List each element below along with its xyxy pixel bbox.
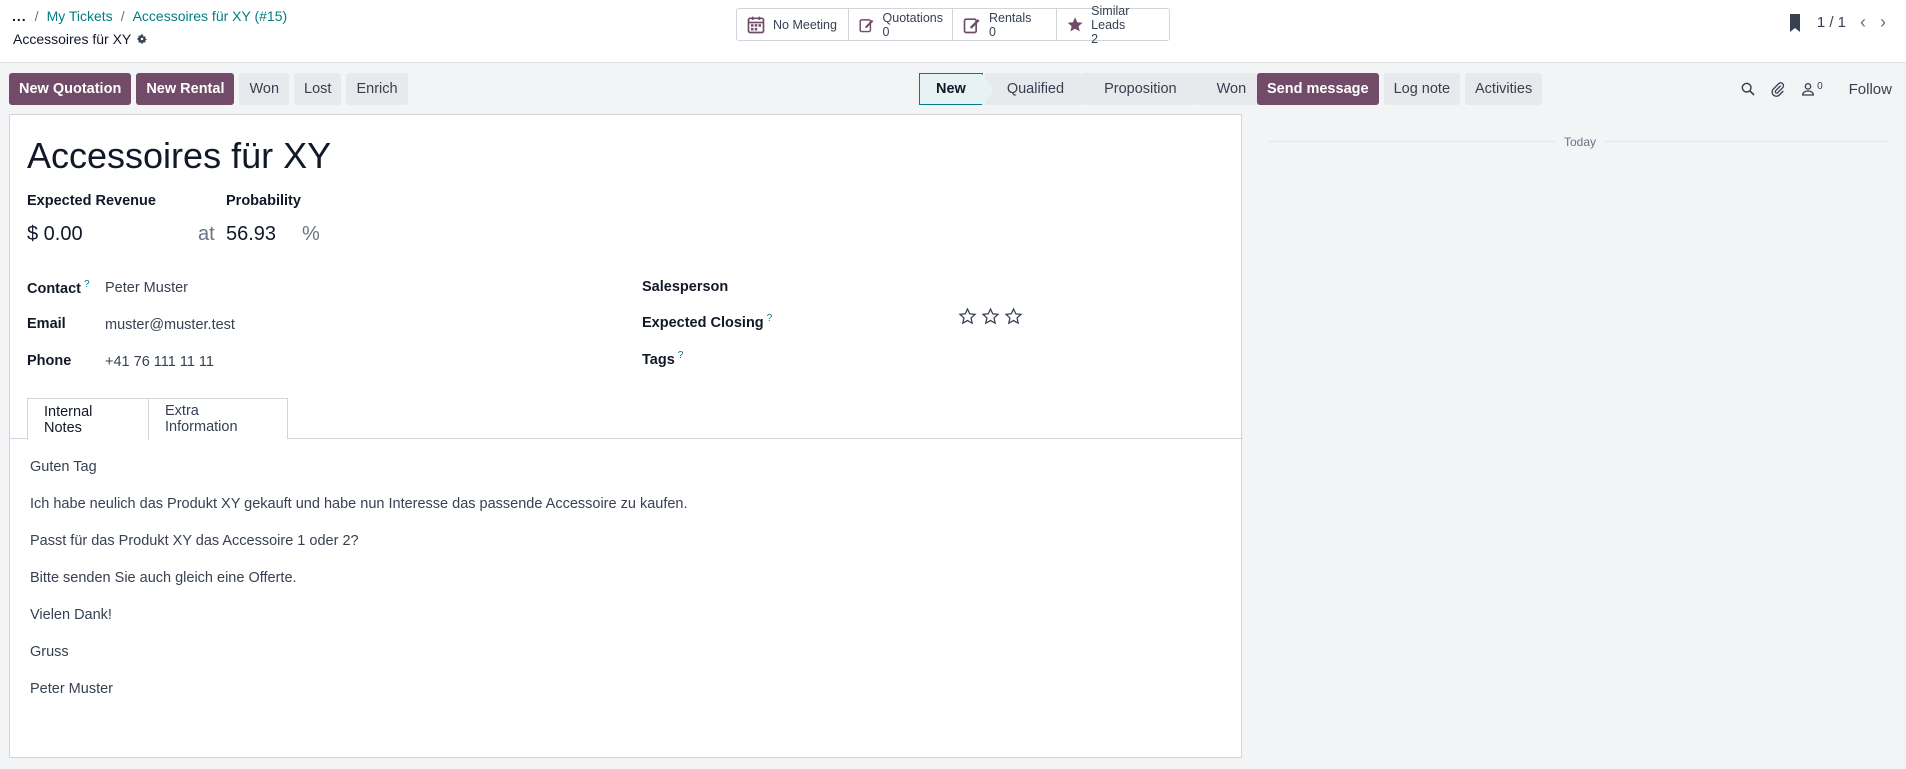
record-title: Accessoires für XY bbox=[13, 31, 148, 47]
star-outline-icon[interactable] bbox=[1004, 307, 1023, 326]
probability-label: Probability bbox=[226, 193, 301, 209]
breadcrumb-more[interactable]: ... bbox=[12, 8, 27, 24]
probability-field[interactable]: 56.93 bbox=[226, 223, 276, 246]
salesperson-label: Salesperson bbox=[642, 279, 729, 295]
note-line: Passt für das Produkt XY das Accessoire … bbox=[30, 533, 359, 549]
help-icon[interactable]: ? bbox=[84, 279, 90, 290]
pager: 1 / 1 ‹ › bbox=[1787, 12, 1886, 33]
quotations-count: 0 bbox=[882, 24, 890, 39]
control-panel: ... / My Tickets / Accessoires für XY (#… bbox=[0, 0, 1906, 63]
note-line: Bitte senden Sie auch gleich eine Offert… bbox=[30, 570, 297, 586]
chatter-toolbar: 0 Follow bbox=[1740, 73, 1892, 105]
help-icon[interactable]: ? bbox=[678, 350, 684, 361]
breadcrumb-separator: / bbox=[34, 8, 39, 24]
header-actions: New Quotation New Rental Won Lost Enrich bbox=[9, 73, 408, 105]
stage-won[interactable]: Won bbox=[1194, 73, 1263, 105]
rentals-count: 0 bbox=[989, 24, 996, 39]
note-line: Peter Muster bbox=[30, 681, 113, 697]
lead-name-field[interactable]: Accessoires für XY bbox=[27, 135, 331, 177]
meeting-button[interactable]: No Meeting bbox=[737, 9, 849, 40]
similar-leads-label: Similar Leads bbox=[1091, 3, 1130, 32]
similar-leads-count: 2 bbox=[1091, 31, 1099, 46]
meeting-label: No Meeting bbox=[773, 17, 837, 32]
stage-qualified[interactable]: Qualified bbox=[984, 73, 1093, 105]
notebook-tabs: Internal Notes Extra Information bbox=[10, 398, 1243, 440]
note-line: Vielen Dank! bbox=[30, 607, 112, 623]
chatter-actions: Send message Log note Activities bbox=[1257, 73, 1543, 105]
lost-button[interactable]: Lost bbox=[294, 73, 342, 105]
expected-revenue-label: Expected Revenue bbox=[27, 193, 156, 209]
breadcrumb-separator: / bbox=[120, 8, 125, 24]
bookmark-icon[interactable] bbox=[1787, 13, 1803, 33]
similar-leads-button[interactable]: Similar Leads 2 bbox=[1057, 4, 1169, 46]
calendar-icon bbox=[747, 16, 765, 33]
new-quotation-button[interactable]: New Quotation bbox=[9, 73, 132, 105]
pager-prev-button[interactable]: ‹ bbox=[1860, 12, 1866, 33]
record-title-text: Accessoires für XY bbox=[13, 31, 132, 47]
stage-statusbar: New Qualified Proposition Won bbox=[919, 73, 1264, 106]
search-icon[interactable] bbox=[1740, 81, 1756, 97]
at-label: at bbox=[198, 223, 215, 245]
percent-label: % bbox=[302, 223, 320, 245]
paperclip-icon[interactable] bbox=[1770, 81, 1786, 97]
priority-widget bbox=[958, 307, 1023, 326]
email-label: Email bbox=[27, 316, 66, 332]
quotations-button[interactable]: Quotations 0 bbox=[849, 9, 953, 40]
followers-button[interactable]: 0 bbox=[1800, 81, 1823, 97]
star-outline-icon[interactable] bbox=[981, 307, 1000, 326]
breadcrumb-ticket[interactable]: Accessoires für XY (#15) bbox=[133, 8, 288, 24]
rentals-button[interactable]: Rentals 0 bbox=[953, 9, 1057, 40]
enrich-button[interactable]: Enrich bbox=[346, 73, 408, 105]
edit-document-icon bbox=[963, 17, 980, 33]
send-message-button[interactable]: Send message bbox=[1257, 73, 1379, 105]
help-icon[interactable]: ? bbox=[767, 313, 773, 324]
contact-label: Contact? bbox=[27, 279, 90, 297]
email-field[interactable]: muster@muster.test bbox=[105, 317, 235, 333]
breadcrumb-my-tickets[interactable]: My Tickets bbox=[47, 8, 113, 24]
stage-new[interactable]: New bbox=[919, 73, 994, 106]
activities-button[interactable]: Activities bbox=[1465, 73, 1543, 105]
star-icon bbox=[1067, 16, 1083, 31]
phone-field[interactable]: +41 76 111 11 11 bbox=[105, 354, 214, 370]
smart-buttons: No Meeting Quotations 0 Rentals 0 Similar … bbox=[736, 4, 1170, 46]
expected-revenue-field[interactable]: $ 0.00 bbox=[27, 223, 83, 246]
tab-internal-notes[interactable]: Internal Notes bbox=[27, 398, 149, 440]
pager-next-button[interactable]: › bbox=[1880, 12, 1886, 33]
rentals-label: Rentals bbox=[989, 10, 1032, 25]
tab-extra-information[interactable]: Extra Information bbox=[148, 398, 288, 439]
quotations-label: Quotations bbox=[882, 10, 943, 25]
note-line: Gruss bbox=[30, 644, 69, 660]
note-line: Guten Tag bbox=[30, 459, 97, 475]
form-sheet: Accessoires für XY Expected Revenue Prob… bbox=[9, 114, 1243, 758]
won-button[interactable]: Won bbox=[239, 73, 290, 105]
new-rental-button[interactable]: New Rental bbox=[136, 73, 235, 105]
star-outline-icon[interactable] bbox=[958, 307, 977, 326]
today-label: Today bbox=[1556, 135, 1605, 149]
user-icon bbox=[1802, 83, 1815, 96]
followers-count: 0 bbox=[1817, 81, 1823, 92]
contact-field[interactable]: Peter Muster bbox=[105, 280, 188, 296]
expected-closing-label: Expected Closing? bbox=[642, 313, 773, 331]
note-line: Ich habe neulich das Produkt XY gekauft … bbox=[30, 496, 688, 512]
follow-button[interactable]: Follow bbox=[1849, 81, 1892, 98]
tags-label: Tags? bbox=[642, 350, 684, 368]
gear-icon[interactable] bbox=[136, 33, 148, 45]
stage-proposition[interactable]: Proposition bbox=[1082, 73, 1205, 105]
breadcrumb: ... / My Tickets / Accessoires für XY (#… bbox=[12, 8, 287, 24]
pager-value[interactable]: 1 / 1 bbox=[1817, 14, 1846, 31]
edit-document-icon bbox=[859, 18, 874, 32]
log-note-button[interactable]: Log note bbox=[1383, 73, 1461, 105]
phone-label: Phone bbox=[27, 353, 72, 369]
